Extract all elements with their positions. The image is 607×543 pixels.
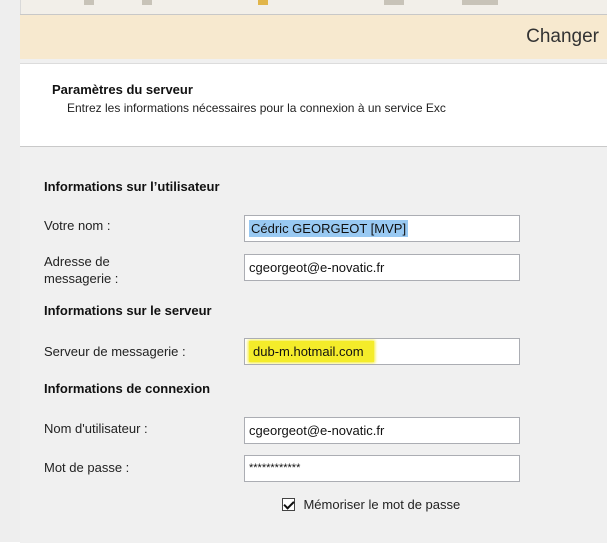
background-toolbar-fragment xyxy=(258,0,268,5)
username-field[interactable]: cgeorgeot@e-novatic.fr xyxy=(244,417,520,444)
section-heading-user: Informations sur l’utilisateur xyxy=(44,179,220,194)
background-toolbar-fragment xyxy=(84,0,94,5)
background-toolbar-fragment xyxy=(142,0,152,5)
email-label: Adresse de messagerie : xyxy=(44,253,118,287)
email-field[interactable]: cgeorgeot@e-novatic.fr xyxy=(244,254,520,281)
remember-password-checkbox[interactable] xyxy=(282,498,295,512)
background-window-edge xyxy=(0,0,21,542)
dialog-title: Changer xyxy=(526,26,599,47)
dialog-header: Paramètres du serveur Entrez les informa… xyxy=(20,63,607,147)
remember-password-label[interactable]: Mémoriser le mot de passe xyxy=(303,497,460,512)
background-window-strip xyxy=(0,0,607,14)
name-field-value: Cédric GEORGEOT [MVP] xyxy=(249,220,409,237)
name-label: Votre nom : xyxy=(44,218,111,233)
password-field[interactable]: ************ xyxy=(244,455,520,482)
username-label: Nom d'utilisateur : xyxy=(44,421,148,436)
header-title: Paramètres du serveur xyxy=(52,82,193,97)
password-label: Mot de passe : xyxy=(44,460,130,475)
email-label-line1: Adresse de xyxy=(44,254,110,269)
server-field[interactable]: dub-m.hotmail.com xyxy=(244,338,520,365)
change-account-dialog: Changer Paramètres du serveur Entrez les… xyxy=(20,14,607,543)
remember-password-row[interactable]: Mémoriser le mot de passe xyxy=(282,496,460,516)
server-label: Serveur de messagerie : xyxy=(44,344,186,359)
name-field[interactable]: Cédric GEORGEOT [MVP] xyxy=(244,215,520,242)
background-toolbar-fragment xyxy=(462,0,498,5)
server-field-value: dub-m.hotmail.com xyxy=(249,341,374,362)
background-toolbar-fragment xyxy=(384,0,404,5)
header-description: Entrez les informations nécessaires pour… xyxy=(67,101,446,115)
dialog-title-bar[interactable]: Changer xyxy=(20,15,607,59)
section-heading-server: Informations sur le serveur xyxy=(44,303,212,318)
section-heading-login: Informations de connexion xyxy=(44,381,211,396)
email-label-line2: messagerie : xyxy=(44,271,119,286)
